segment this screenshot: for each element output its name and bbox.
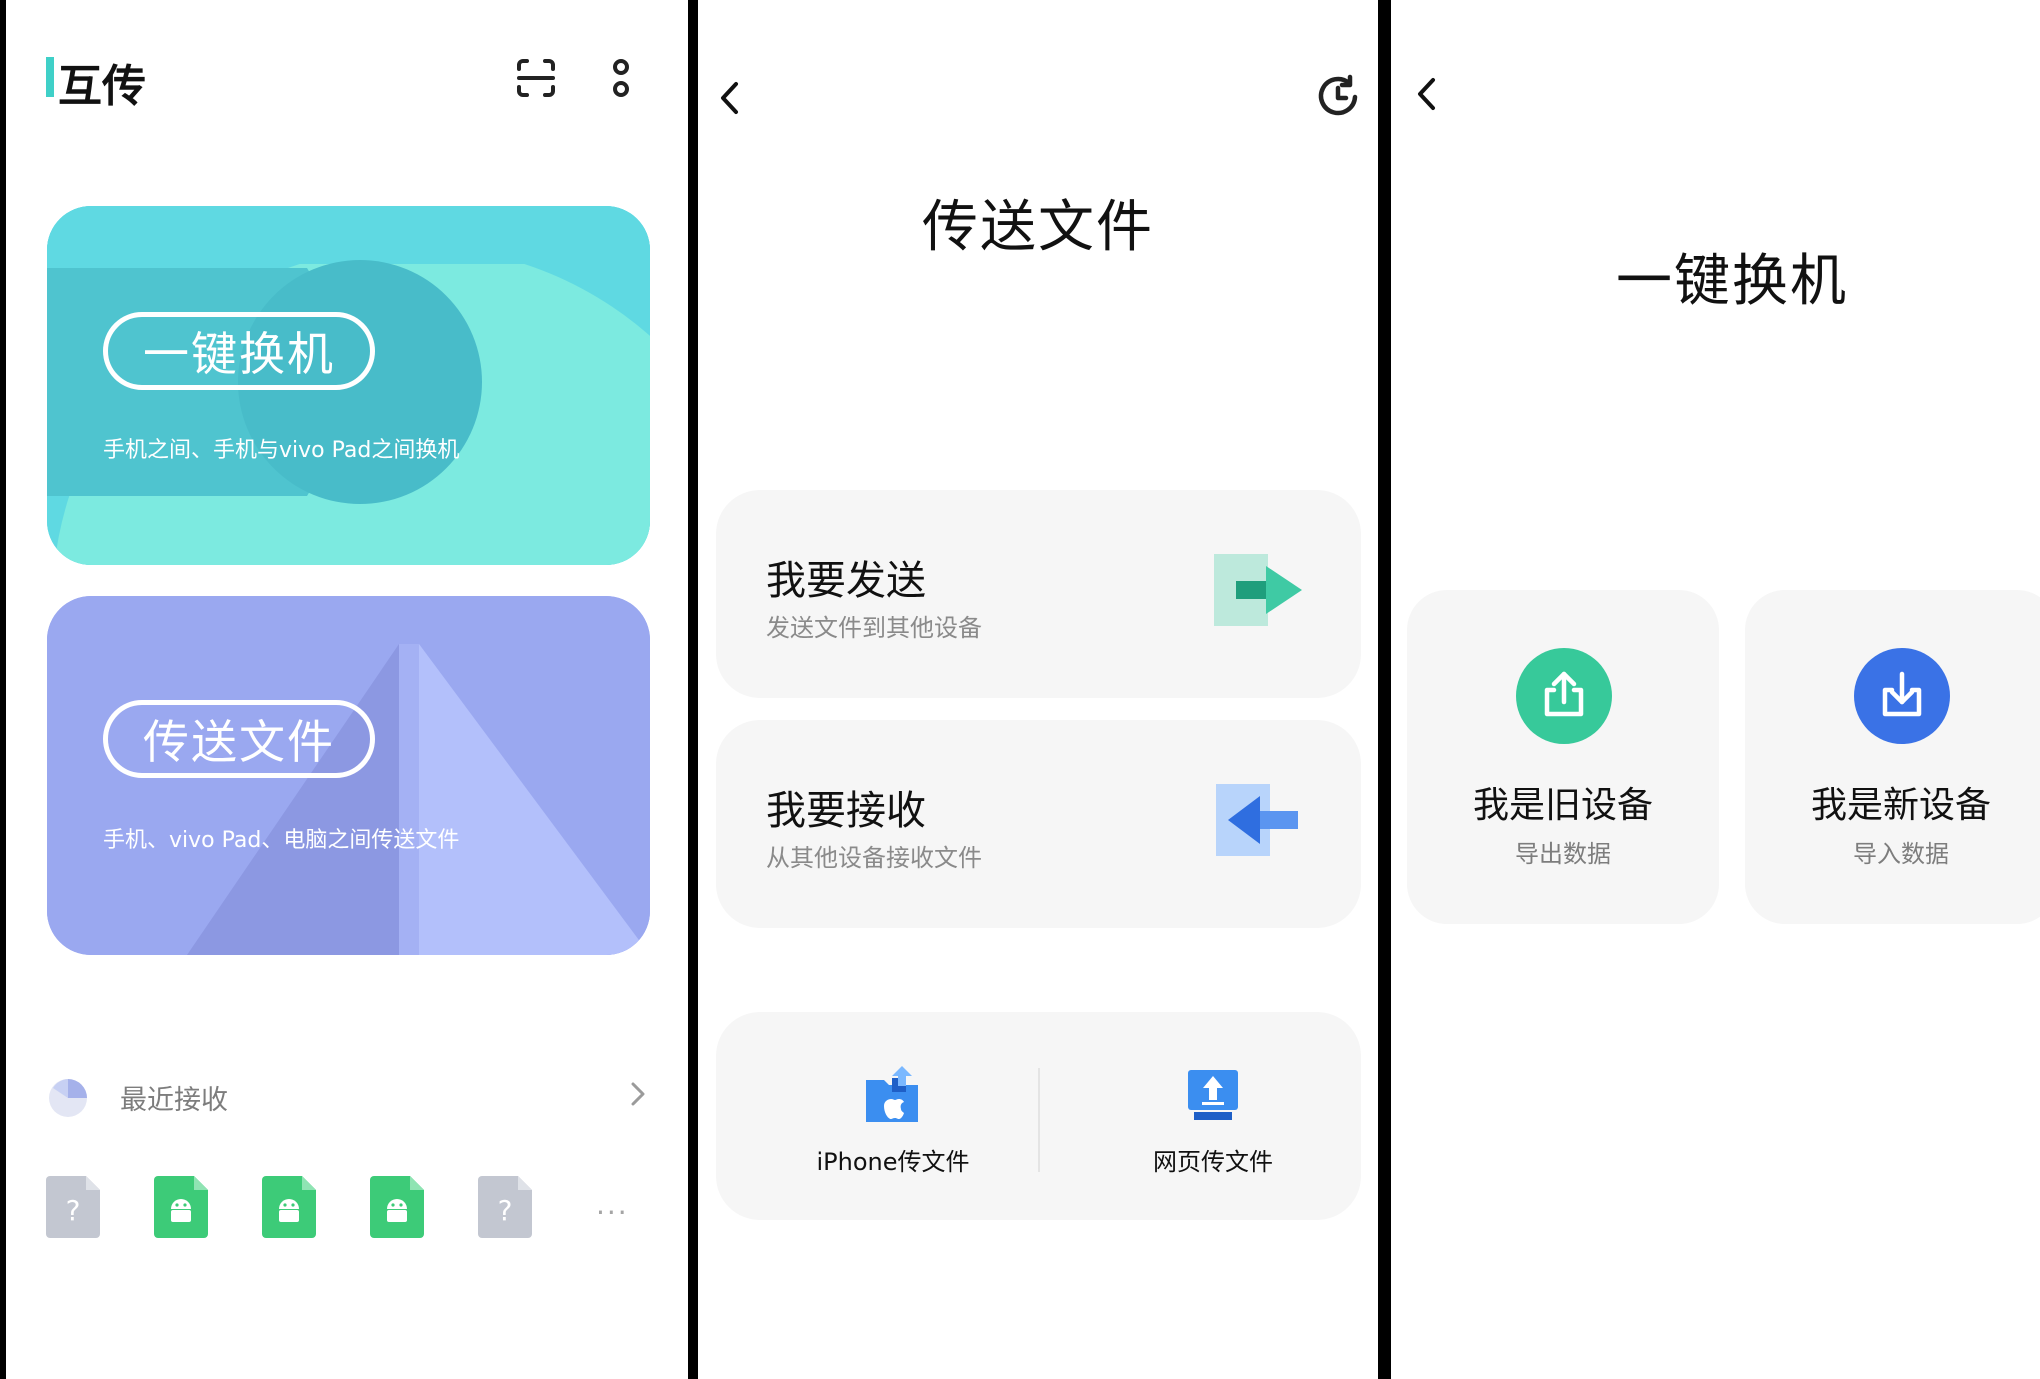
back-arrow-icon[interactable] (710, 76, 750, 120)
new-device-title: 我是新设备 (1810, 785, 1991, 826)
scan-icon[interactable] (514, 56, 558, 100)
title-accent-bar (46, 57, 54, 97)
history-icon[interactable] (1315, 74, 1361, 120)
more-files-button[interactable]: ··· (596, 1196, 629, 1229)
iphone-transfer-button[interactable]: iPhone传文件 (768, 1066, 1018, 1177)
send-arrow-icon (1214, 554, 1302, 626)
send-title: 我要发送 (766, 558, 926, 604)
alternative-transfer-card: iPhone传文件 网页传文件 (716, 1012, 1361, 1220)
pie-chart-icon (49, 1079, 87, 1117)
import-icon (1854, 648, 1950, 744)
svg-text:?: ? (66, 1194, 81, 1227)
recent-file-list: ? ? ··· (46, 1176, 656, 1240)
export-icon (1516, 648, 1612, 744)
svg-text:?: ? (498, 1194, 513, 1227)
phone-switch-screen: 一键换机 我是旧设备 导出数据 我是新设备 导入数据 (1391, 0, 2040, 1379)
home-screen: 互传 一键换机 手机之间、手机与vivo Pad之间换机 传送文件 手机、viv… (6, 0, 688, 1379)
receive-title: 我要接收 (766, 788, 926, 834)
transfer-files-subtitle: 手机、vivo Pad、电脑之间传送文件 (103, 828, 460, 853)
back-arrow-icon[interactable] (1407, 72, 1447, 116)
web-upload-icon (1188, 1070, 1238, 1120)
unknown-file-icon[interactable]: ? (478, 1176, 532, 1238)
transfer-files-card[interactable]: 传送文件 手机、vivo Pad、电脑之间传送文件 (47, 596, 650, 955)
receive-option[interactable]: 我要接收 从其他设备接收文件 (716, 720, 1361, 928)
unknown-file-icon[interactable]: ? (46, 1176, 100, 1238)
phone-switch-label: 一键换机 (103, 312, 375, 390)
android-app-file-icon[interactable] (154, 1176, 208, 1238)
old-device-option[interactable]: 我是旧设备 导出数据 (1407, 590, 1719, 924)
receive-arrow-icon (1216, 784, 1298, 856)
page-title: 传送文件 (922, 195, 1154, 260)
new-device-subtitle: 导入数据 (1853, 840, 1949, 868)
phone-switch-card[interactable]: 一键换机 手机之间、手机与vivo Pad之间换机 (47, 206, 650, 565)
iphone-folder-icon (866, 1066, 918, 1122)
page-title: 互传 (58, 61, 146, 112)
android-app-file-icon[interactable] (262, 1176, 316, 1238)
recent-received-row[interactable]: 最近接收 (46, 1070, 648, 1118)
android-app-file-icon[interactable] (370, 1176, 424, 1238)
old-device-title: 我是旧设备 (1472, 785, 1653, 826)
send-subtitle: 发送文件到其他设备 (766, 614, 982, 642)
chevron-right-icon (631, 1082, 645, 1106)
new-device-option[interactable]: 我是新设备 导入数据 (1745, 590, 2040, 924)
transfer-files-screen: 传送文件 我要发送 发送文件到其他设备 我要接收 从其他设备接收文件 iPhon… (698, 0, 1378, 1379)
page-title: 一键换机 (1616, 249, 1848, 314)
old-device-subtitle: 导出数据 (1515, 840, 1611, 868)
web-transfer-button[interactable]: 网页传文件 (1088, 1066, 1338, 1177)
iphone-transfer-label: iPhone传文件 (816, 1148, 970, 1176)
divider (1038, 1068, 1040, 1172)
send-option[interactable]: 我要发送 发送文件到其他设备 (716, 490, 1361, 698)
more-vertical-icon[interactable] (606, 54, 636, 104)
transfer-files-label: 传送文件 (103, 700, 375, 778)
web-transfer-label: 网页传文件 (1153, 1148, 1273, 1176)
phone-switch-subtitle: 手机之间、手机与vivo Pad之间换机 (103, 438, 460, 463)
receive-subtitle: 从其他设备接收文件 (766, 844, 982, 872)
recent-received-label: 最近接收 (120, 1085, 228, 1116)
